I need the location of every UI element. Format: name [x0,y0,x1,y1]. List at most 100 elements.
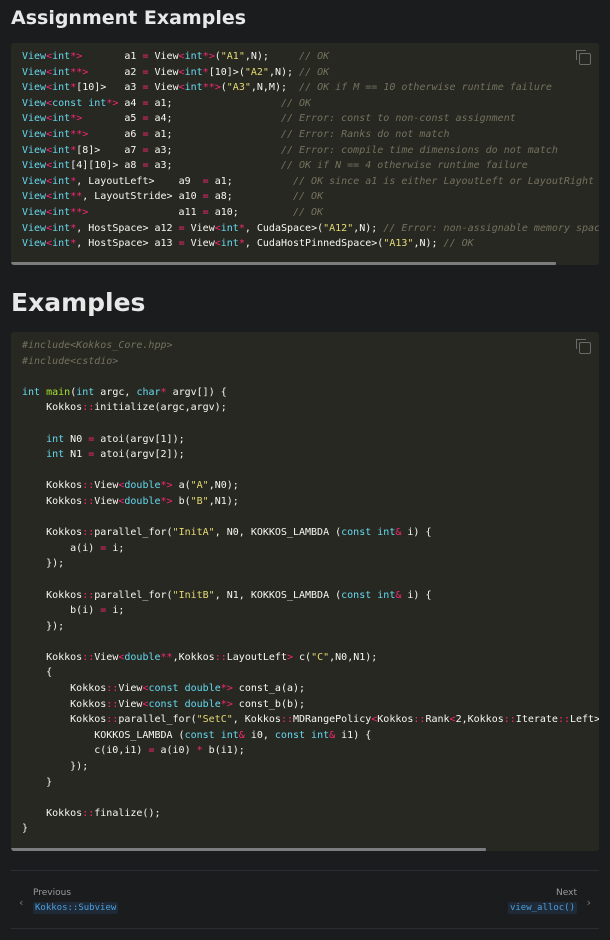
code-token: int [52,144,71,156]
code-token: :: [106,698,119,710]
code-token: a6 [88,128,143,140]
code-token: *> [220,683,233,695]
code-token: }); [22,620,65,632]
code-token: const [148,698,179,710]
code-token: int [52,238,71,250]
code-token: double [124,651,161,663]
code-token: }); [22,558,65,570]
code-token: const [52,97,83,109]
code-token: const [341,589,372,601]
code-block-examples: #include<Kokkos_Core.hpp> #include<cstdi… [11,332,599,851]
code-token: 2,Kokkos [455,714,504,726]
code-token: i) { [401,527,432,539]
code-token: // OK [443,238,474,250]
code-token: View [94,480,119,492]
horizontal-scrollbar[interactable] [11,262,556,265]
copy-icon[interactable] [576,339,591,354]
code-token: { [22,667,53,679]
code-token: int [184,51,203,62]
code-token: ,N); [244,51,300,62]
code-token: View [22,175,47,187]
code-token: a11 [88,206,203,218]
code-token: :: [82,527,95,539]
code-token: // OK [280,97,312,109]
code-token: const [148,683,179,695]
code-token: Iterate [515,714,558,726]
code-token: View [22,113,47,125]
code-line: int N0 = atoi(argv[1]); [22,434,185,445]
code-token: ** [70,191,83,203]
code-token: View [118,683,143,695]
code-token: int [220,222,239,234]
code-token: Kokkos [22,527,83,539]
previous-page-link[interactable]: ‹ Previous Kokkos::Subview [19,888,119,914]
code-token: , LayoutLeft> a9 [76,175,203,187]
code-token: parallel_for( [118,714,197,726]
code-token: a4 [118,97,143,109]
code-token: :: [214,651,227,663]
copy-icon[interactable] [576,50,591,65]
code-token: :: [106,714,119,726]
code-token: [4][10]> a8 [70,160,143,172]
code-token: int [52,160,71,172]
code-line: View<int**> a11 = a10; // OK [22,207,323,218]
section-title-assignment-examples: Assignment Examples [11,7,247,29]
code-line: View<int*> a1 = View<int*>("A1",N); // O… [22,51,329,62]
code-token: "B" [190,495,209,507]
code-token: *> [160,480,173,492]
code-token: // OK [299,66,330,78]
code-token: double [184,683,221,695]
code-token: :: [82,480,95,492]
code-token: N0 [64,433,89,445]
code-token: int [52,128,71,140]
previous-page-title[interactable]: Kokkos::Subview [33,902,119,914]
code-token: View [22,82,47,94]
code-token: "InitB" [172,589,215,601]
next-page-link[interactable]: › Next view_alloc() [507,888,591,914]
code-token: ,N0); [208,480,239,492]
next-page-title[interactable]: view_alloc() [507,902,577,914]
code-token: int [184,82,203,94]
code-token: const_a(a); [232,683,306,695]
code-token: , Kokkos [232,714,281,726]
code-token: a1 [82,51,143,62]
code-line: Kokkos::View<double*> a("A",N0); [22,480,239,491]
code-line: int N1 = atoi(argv[2]); [22,449,185,460]
code-token: :: [82,402,95,414]
code-token: i1) { [335,729,372,741]
code-token: // Error: Ranks do not match [280,128,450,140]
code-token: **> [70,66,89,78]
code-token: int [88,97,107,109]
code-token: ]>( [226,66,245,78]
code-line: View<int**, LayoutStride> a10 = a8; // O… [22,191,323,202]
code-line: int main(int argc, char* argv[]) { [22,387,227,398]
code-token: a1; [148,97,281,109]
code-line: View<int[4][10]> a8 = a3; // OK if N == … [22,160,528,171]
code-token: View [22,128,47,140]
code-token: ,N1); [208,495,239,507]
code-line: View<int*, HostSpace> a13 = View<int*, C… [22,238,474,249]
code-token: // Error: const to non-const assignment [280,113,516,125]
code-token: Kokkos [22,651,83,663]
code-token: [10]> a3 [76,82,143,94]
code-token: int [52,51,71,62]
code-line: Kokkos::View<double*> b("B",N1); [22,496,239,507]
code-line: View<int**> a2 = View<int*[10]>("A2",N);… [22,67,329,78]
code-token: int [377,589,396,601]
code-block-assignment: View<int*> a1 = View<int*>("A1",N); // O… [11,43,599,265]
code-token: View [22,144,47,156]
code-token: parallel_for( [94,589,173,601]
code-token: , LayoutStride> a10 [82,191,203,203]
code-token: [8]> a7 [76,144,143,156]
code-token: MDRangePolicy [292,714,372,726]
code-line: } [22,823,28,834]
code-token: char [136,386,161,398]
code-token: } [22,823,29,835]
horizontal-scrollbar[interactable] [11,848,486,851]
code-token: Kokkos [22,807,83,819]
code-token: "A13" [383,238,414,250]
code-token: // OK [292,206,324,218]
code-token: *> [220,698,233,710]
code-token: *> [70,113,83,125]
